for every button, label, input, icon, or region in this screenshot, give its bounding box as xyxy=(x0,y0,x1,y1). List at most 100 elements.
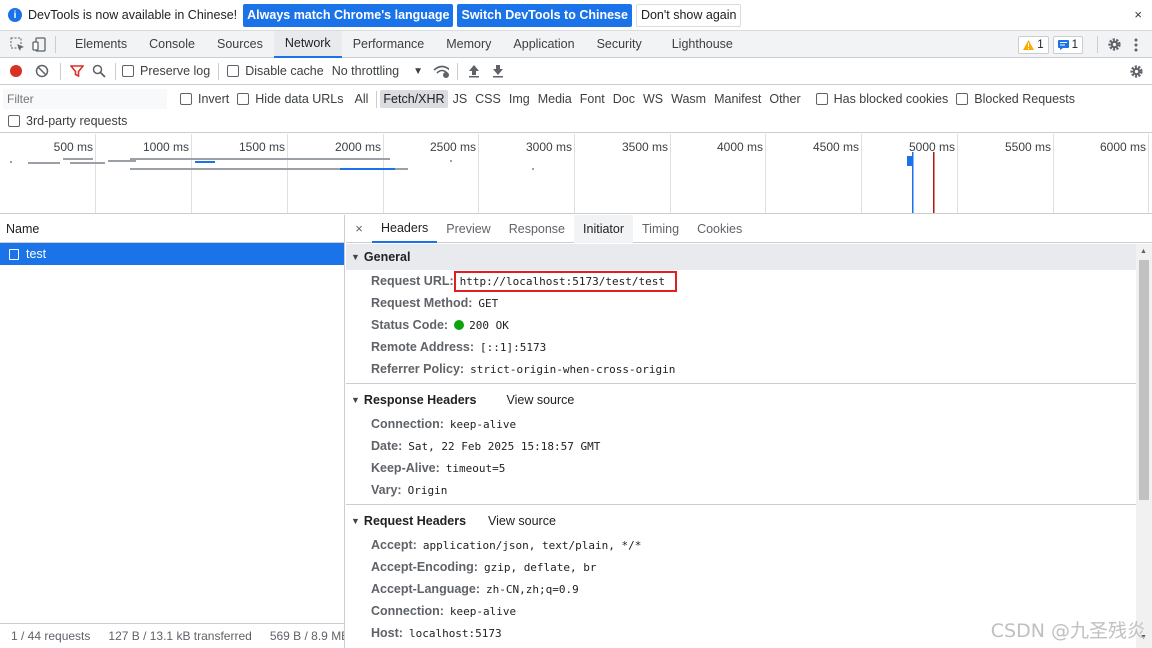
settings-gear-icon[interactable] xyxy=(1106,37,1122,53)
header-row: Keep-Alive: timeout=5 xyxy=(346,457,1136,479)
header-key: Host: xyxy=(371,626,403,640)
match-language-button[interactable]: Always match Chrome's language xyxy=(243,3,454,27)
checkbox-box[interactable] xyxy=(237,93,250,105)
close-infobar-icon[interactable]: × xyxy=(1134,7,1142,22)
export-har-icon[interactable] xyxy=(490,63,506,79)
filter-input[interactable] xyxy=(3,89,167,109)
tab-application[interactable]: Application xyxy=(502,31,585,58)
header-key: Accept: xyxy=(371,538,417,552)
warnings-badge[interactable]: 1 xyxy=(1018,35,1049,54)
type-filter-wasm[interactable]: Wasm xyxy=(668,90,709,108)
throttling-select[interactable]: No throttling ▼ xyxy=(332,64,423,78)
has-blocked-cookies-checkbox[interactable]: Has blocked cookies xyxy=(815,92,948,106)
resources-size: 569 B / 8.9 MB resources xyxy=(269,629,344,643)
tab-preview[interactable]: Preview xyxy=(437,215,499,243)
network-summary-bar: 1 / 44 requests 127 B / 13.1 kB transfer… xyxy=(0,623,345,648)
record-icon[interactable] xyxy=(8,63,24,79)
third-party-checkbox[interactable]: 3rd-party requests xyxy=(8,114,127,128)
tab-console[interactable]: Console xyxy=(138,31,206,58)
header-value: keep-alive xyxy=(449,604,517,618)
checkbox-box[interactable] xyxy=(227,65,240,77)
tab-network[interactable]: Network xyxy=(273,30,342,58)
general-title: General xyxy=(363,250,411,264)
scrollbar-thumb[interactable] xyxy=(1139,260,1149,500)
divider xyxy=(218,62,220,80)
filter-options: Invert Hide data URLs All Fetch/XHR JS C… xyxy=(180,90,1083,108)
messages-count: 1 xyxy=(1071,38,1078,51)
tab-elements[interactable]: Elements xyxy=(64,31,138,58)
filter-bar: Invert Hide data URLs All Fetch/XHR JS C… xyxy=(0,85,1152,133)
filter-icon[interactable] xyxy=(69,63,85,79)
inspect-element-icon[interactable] xyxy=(9,36,25,52)
blocked-requests-checkbox[interactable]: Blocked Requests xyxy=(956,92,1075,106)
response-headers-section-header[interactable]: ▼ Response Headers View source xyxy=(346,387,1136,413)
header-value: localhost:5173 xyxy=(408,626,502,640)
checkbox-box[interactable] xyxy=(815,93,828,105)
tab-timing[interactable]: Timing xyxy=(633,215,688,243)
type-filter-font[interactable]: Font xyxy=(577,90,608,108)
import-har-icon[interactable] xyxy=(466,63,482,79)
network-settings-gear-icon[interactable] xyxy=(1128,63,1144,79)
tab-headers[interactable]: Headers xyxy=(372,215,438,243)
type-filter-fetch-xhr[interactable]: Fetch/XHR xyxy=(380,90,448,108)
general-section-header[interactable]: ▼ General xyxy=(346,244,1136,270)
dont-show-again-button[interactable]: Don't show again xyxy=(635,3,742,27)
checkbox-box[interactable] xyxy=(956,93,969,105)
tab-response[interactable]: Response xyxy=(500,215,574,243)
type-filter-doc[interactable]: Doc xyxy=(610,90,638,108)
header-row: Request Method: GET xyxy=(346,292,1136,314)
tab-sources[interactable]: Sources xyxy=(206,31,274,58)
header-key: Request Method: xyxy=(371,296,473,310)
request-headers-section-header[interactable]: ▼ Request Headers View source xyxy=(346,508,1136,534)
tab-security[interactable]: Security xyxy=(586,31,653,58)
invert-checkbox[interactable]: Invert xyxy=(180,92,229,106)
type-filter-media[interactable]: Media xyxy=(535,90,575,108)
network-overview-timeline[interactable]: 500 ms 1000 ms 1500 ms 2000 ms 2500 ms 3… xyxy=(0,134,1152,214)
preserve-log-checkbox[interactable]: Preserve log xyxy=(122,64,210,78)
checkbox-box[interactable] xyxy=(180,93,192,105)
network-toolbar: Preserve log Disable cache No throttling… xyxy=(0,58,1152,85)
header-value: application/json, text/plain, */* xyxy=(422,538,642,552)
type-filter-css[interactable]: CSS xyxy=(472,90,504,108)
tab-cookies[interactable]: Cookies xyxy=(688,215,751,243)
more-options-icon[interactable] xyxy=(1128,37,1144,53)
header-value: GET xyxy=(478,296,499,310)
details-scrollbar[interactable]: ▲ ▼ xyxy=(1136,244,1152,648)
scroll-up-icon[interactable]: ▲ xyxy=(1140,248,1147,255)
hide-data-urls-checkbox[interactable]: Hide data URLs xyxy=(237,92,344,106)
type-filter-manifest[interactable]: Manifest xyxy=(711,90,764,108)
request-url-value[interactable]: http://localhost:5173/test/test xyxy=(453,270,677,292)
checkbox-box[interactable] xyxy=(122,65,134,77)
switch-to-chinese-button[interactable]: Switch DevTools to Chinese xyxy=(457,3,632,27)
view-source-link[interactable]: View source xyxy=(488,514,556,528)
preserve-log-label: Preserve log xyxy=(140,64,211,78)
close-details-icon[interactable]: × xyxy=(346,221,372,236)
details-tabbar: × Headers Preview Response Initiator Tim… xyxy=(346,214,1152,243)
messages-badge[interactable]: 1 xyxy=(1052,35,1083,54)
type-filter-js[interactable]: JS xyxy=(450,90,471,108)
language-infobar: i DevTools is now available in Chinese! … xyxy=(0,0,1152,31)
search-icon[interactable] xyxy=(91,63,107,79)
disable-cache-checkbox[interactable]: Disable cache xyxy=(227,64,324,78)
network-conditions-icon[interactable] xyxy=(433,63,450,79)
tab-lighthouse[interactable]: Lighthouse xyxy=(661,31,744,58)
throttling-label: No throttling xyxy=(331,64,400,78)
clear-icon[interactable] xyxy=(34,63,50,79)
type-filter-img[interactable]: Img xyxy=(506,90,533,108)
infobar-message: DevTools is now available in Chinese! xyxy=(28,8,238,22)
checkbox-box[interactable] xyxy=(8,115,20,127)
header-value: 200 OK xyxy=(469,318,509,332)
tab-initiator[interactable]: Initiator xyxy=(574,214,634,243)
tab-performance[interactable]: Performance xyxy=(342,31,436,58)
message-icon xyxy=(1057,39,1069,50)
name-column-header[interactable]: Name xyxy=(0,215,344,243)
type-filter-other[interactable]: Other xyxy=(766,90,803,108)
header-row: Referrer Policy: strict-origin-when-cros… xyxy=(346,358,1136,380)
type-filter-all[interactable]: All xyxy=(352,90,372,108)
request-row[interactable]: test xyxy=(0,243,344,265)
device-toolbar-icon[interactable] xyxy=(31,36,47,52)
tab-memory[interactable]: Memory xyxy=(435,31,502,58)
type-filter-ws[interactable]: WS xyxy=(640,90,666,108)
headers-content: ▼ General Request URL: http://localhost:… xyxy=(346,244,1136,648)
view-source-link[interactable]: View source xyxy=(506,393,574,407)
